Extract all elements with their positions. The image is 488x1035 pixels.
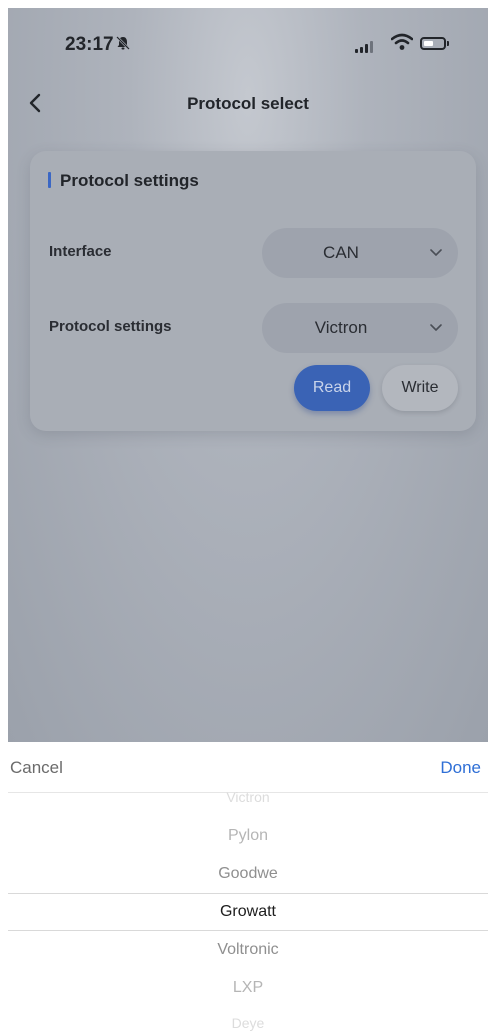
- cancel-button[interactable]: Cancel: [10, 758, 63, 778]
- picker-option-deye[interactable]: Deye: [8, 1015, 488, 1031]
- picker-option-victron[interactable]: Victron: [8, 792, 488, 805]
- picker-toolbar: Cancel Done: [8, 742, 488, 793]
- interface-select[interactable]: CAN: [262, 228, 458, 278]
- wifi-icon: [390, 33, 414, 51]
- picker-option-lxp[interactable]: LXP: [8, 979, 488, 997]
- picker-option-goodwe[interactable]: Goodwe: [8, 865, 488, 883]
- battery-icon: [420, 37, 446, 50]
- selection-line-bottom: [8, 930, 488, 931]
- protocol-value: Victron: [314, 318, 368, 337]
- dimmed-background: 23:17 Protocol select Protocol settings …: [8, 8, 488, 742]
- protocol-select[interactable]: Victron: [262, 303, 458, 353]
- silent-bell-icon: [115, 35, 131, 55]
- selection-line-top: [8, 893, 488, 894]
- picker-option-pylon[interactable]: Pylon: [8, 827, 488, 845]
- picker-option-growatt[interactable]: Growatt: [8, 903, 488, 921]
- chevron-down-icon: [430, 324, 442, 331]
- protocol-settings-card: Protocol settings Interface CAN Protocol…: [30, 151, 476, 431]
- cellular-signal-icon: [355, 41, 379, 53]
- interface-label: Interface: [49, 243, 112, 260]
- read-button[interactable]: Read: [294, 365, 370, 411]
- protocol-label: Protocol settings: [49, 318, 172, 335]
- app-screen: 23:17 Protocol select Protocol settings …: [8, 8, 488, 1035]
- status-bar: 23:17: [8, 8, 488, 68]
- done-button[interactable]: Done: [440, 758, 481, 778]
- picker-sheet: Cancel Done Victron Pylon Goodwe Growatt…: [8, 742, 488, 1035]
- picker-option-voltronic[interactable]: Voltronic: [8, 941, 488, 959]
- interface-value: CAN: [323, 243, 359, 262]
- status-time: 23:17: [65, 34, 114, 55]
- battery-tip: [447, 41, 449, 46]
- protocol-picker-wheel[interactable]: Victron Pylon Goodwe Growatt Voltronic L…: [8, 792, 488, 1035]
- chevron-down-icon: [430, 249, 442, 256]
- page-title: Protocol select: [187, 94, 309, 113]
- section-title: Protocol settings: [60, 171, 199, 190]
- write-button[interactable]: Write: [382, 365, 458, 411]
- nav-bar: Protocol select: [8, 78, 488, 128]
